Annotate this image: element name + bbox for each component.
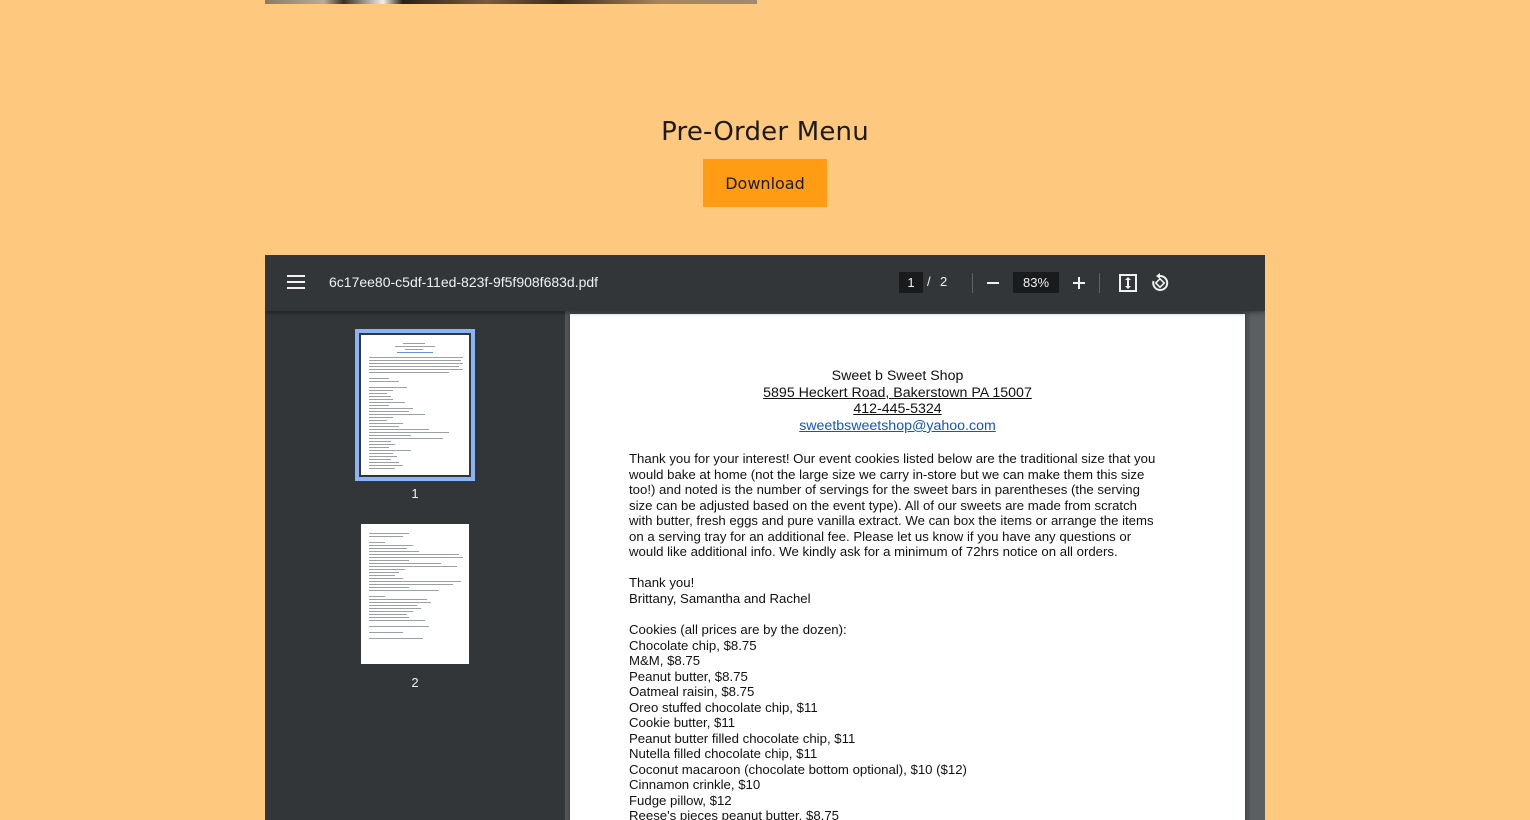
list-item: Oatmeal raisin, $8.75 bbox=[629, 684, 755, 699]
pdf-viewer: 6c17ee80-c5df-11ed-823f-9f5f908f683d.pdf… bbox=[265, 255, 1265, 820]
zoom-level-input[interactable] bbox=[1013, 272, 1059, 293]
list-item: M&M, $8.75 bbox=[629, 653, 701, 668]
cookies-heading: Cookies (all prices are by the dozen): bbox=[629, 622, 847, 637]
fit-page-icon bbox=[1119, 274, 1137, 292]
list-item: Peanut butter, $8.75 bbox=[629, 668, 748, 684]
page-title: Pre-Order Menu bbox=[661, 116, 869, 147]
signature-line: Brittany, Samantha and Rachel bbox=[629, 590, 811, 606]
rotate-button[interactable] bbox=[1146, 269, 1174, 297]
list-item: Fudge pillow, $12 bbox=[629, 792, 732, 808]
list-item: Oreo stuffed chocolate chip, $11 bbox=[629, 699, 818, 715]
rotate-icon bbox=[1152, 273, 1169, 291]
list-item: Nutella filled chocolate chip, $11 bbox=[629, 746, 818, 761]
fit-to-page-button[interactable] bbox=[1114, 269, 1142, 297]
pdf-toolbar: 6c17ee80-c5df-11ed-823f-9f5f908f683d.pdf… bbox=[265, 255, 1265, 311]
list-item: Chocolate chip, $8.75 bbox=[629, 637, 757, 653]
thanks-line: Thank you! bbox=[629, 575, 695, 590]
page-number-input[interactable] bbox=[899, 272, 923, 293]
shop-email-link[interactable]: sweetbsweetshop@yahoo.com bbox=[799, 418, 996, 434]
plus-icon bbox=[1073, 277, 1085, 289]
cookies-list: Cookies (all prices are by the dozen): C… bbox=[629, 622, 1174, 820]
list-item: Cinnamon crinkle, $10 bbox=[629, 777, 761, 792]
toolbar-divider bbox=[1099, 273, 1100, 293]
download-button[interactable]: Download bbox=[703, 159, 827, 207]
viewer-scrollbar[interactable] bbox=[1250, 311, 1265, 820]
shop-phone: 412-445-5324 bbox=[853, 401, 942, 417]
thumbnail-sidebar: 1 2 bbox=[265, 311, 565, 820]
intro-line: with butter, fresh eggs and pure vanilla… bbox=[629, 513, 1154, 528]
page-thumbnail-1[interactable] bbox=[355, 329, 475, 481]
pdf-file-name: 6c17ee80-c5df-11ed-823f-9f5f908f683d.pdf bbox=[329, 274, 599, 290]
toolbar-divider bbox=[972, 273, 973, 293]
page-thumbnail-2[interactable] bbox=[361, 524, 469, 664]
intro-line: Thank you for your interest! Our event c… bbox=[629, 451, 1156, 466]
intro-line: size can be adjusted based on the event … bbox=[629, 497, 1137, 513]
list-item: Reese's pieces peanut butter, $8.75 bbox=[629, 808, 840, 820]
page-separator: / bbox=[927, 274, 931, 289]
intro-line: would like additional info. We kindly as… bbox=[629, 544, 1118, 559]
list-item: Cookie butter, $11 bbox=[629, 715, 736, 730]
hero-image-strip bbox=[265, 0, 757, 4]
intro-line: would bake at home (not the large size w… bbox=[629, 466, 1145, 482]
thumbnail-label: 1 bbox=[411, 486, 419, 501]
list-item: Coconut macaroon (chocolate bottom optio… bbox=[629, 761, 967, 777]
menu-icon[interactable] bbox=[287, 275, 305, 289]
shop-name: Sweet b Sweet Shop bbox=[831, 368, 964, 384]
pdf-page-1: Sweet b Sweet Shop 5895 Heckert Road, Ba… bbox=[570, 314, 1245, 820]
minus-icon bbox=[987, 282, 999, 284]
closing: Thank you! Brittany, Samantha and Rachel bbox=[629, 575, 1174, 606]
page-total: 2 bbox=[940, 274, 948, 289]
list-item: Peanut butter filled chocolate chip, $11 bbox=[629, 730, 856, 746]
zoom-in-button[interactable] bbox=[1065, 269, 1093, 297]
intro-paragraph: Thank you for your interest! Our event c… bbox=[629, 451, 1174, 560]
intro-line: too!) and noted is the number of serving… bbox=[629, 482, 1140, 497]
zoom-out-button[interactable] bbox=[979, 269, 1007, 297]
shop-address: 5895 Heckert Road, Bakerstown PA 15007 bbox=[763, 385, 1032, 401]
intro-line: on a serving tray for an additional fee.… bbox=[629, 528, 1132, 544]
thumbnail-label: 2 bbox=[411, 675, 419, 690]
